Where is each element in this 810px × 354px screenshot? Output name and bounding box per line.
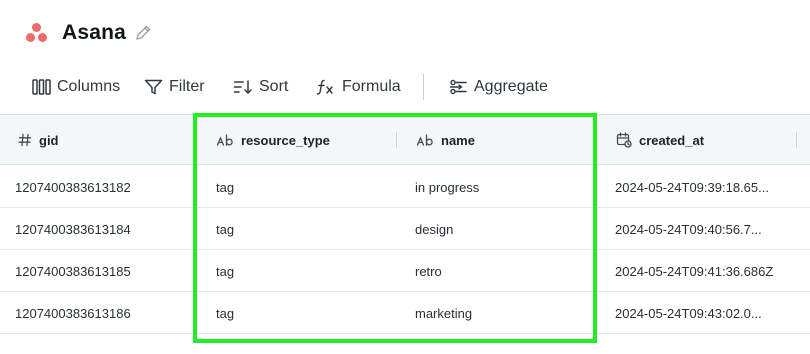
table-row[interactable]: 1207400383613184 tag design 2024-05-24T0… — [0, 208, 810, 250]
formula-button[interactable]: Formula — [316, 70, 401, 104]
aggregate-button[interactable]: Aggregate — [449, 70, 548, 104]
cell-resource-type[interactable]: tag — [216, 250, 391, 292]
cell-created-at[interactable]: 2024-05-24T09:41:36.686Z — [615, 250, 795, 292]
page-title: Asana — [62, 21, 127, 44]
table-row[interactable]: 1207400383613182 tag in progress 2024-05… — [0, 166, 810, 208]
column-header-created-at[interactable]: created_at — [616, 115, 704, 165]
text-type-icon — [216, 133, 234, 147]
sort-label: Sort — [259, 78, 289, 95]
cell-name[interactable]: in progress — [415, 166, 590, 208]
column-resize-handle[interactable] — [196, 132, 197, 148]
filter-label: Filter — [169, 78, 205, 95]
sort-button[interactable]: Sort — [233, 70, 288, 104]
column-header-gid[interactable]: gid — [18, 115, 59, 165]
table-row[interactable]: 1207400383613186 tag marketing 2024-05-2… — [0, 292, 810, 334]
table-header: gid resource_type name created_at — [0, 115, 810, 165]
filter-icon — [144, 79, 163, 95]
cell-gid[interactable]: 1207400383613182 — [15, 166, 190, 208]
cell-gid[interactable]: 1207400383613184 — [15, 208, 190, 250]
cell-name[interactable]: marketing — [415, 292, 590, 334]
aggregate-icon — [449, 79, 467, 95]
cell-gid[interactable]: 1207400383613185 — [15, 250, 190, 292]
filter-button[interactable]: Filter — [144, 70, 205, 104]
table-row[interactable]: 1207400383613185 tag retro 2024-05-24T09… — [0, 250, 810, 292]
column-resize-handle[interactable] — [796, 132, 797, 148]
column-header-label: created_at — [639, 132, 705, 148]
sort-icon — [233, 80, 252, 95]
pencil-icon[interactable] — [134, 24, 152, 42]
cell-name[interactable]: design — [415, 208, 590, 250]
hash-icon — [18, 133, 32, 147]
columns-label: Columns — [57, 78, 121, 95]
formula-icon — [316, 79, 333, 95]
data-table: gid resource_type name created_at 120740… — [0, 114, 810, 354]
column-header-resource-type[interactable]: resource_type — [216, 115, 330, 165]
cell-gid[interactable]: 1207400383613186 — [15, 292, 190, 334]
column-header-label: resource_type — [241, 132, 330, 148]
column-header-name[interactable]: name — [416, 115, 475, 165]
text-type-icon — [416, 133, 434, 147]
column-resize-handle[interactable] — [396, 132, 397, 148]
cell-resource-type[interactable]: tag — [216, 292, 391, 334]
toolbar: Columns Filter Sort Formula Aggregate — [0, 70, 810, 104]
columns-button[interactable]: Columns — [32, 70, 120, 104]
cell-created-at[interactable]: 2024-05-24T09:40:56.7... — [615, 208, 795, 250]
columns-icon — [32, 79, 51, 95]
cell-created-at[interactable]: 2024-05-24T09:43:02.0... — [615, 292, 795, 334]
cell-resource-type[interactable]: tag — [216, 166, 391, 208]
column-header-label: name — [441, 132, 475, 148]
asana-logo-icon — [25, 23, 49, 43]
aggregate-label: Aggregate — [474, 78, 548, 95]
calendar-clock-icon — [616, 132, 632, 148]
formula-label: Formula — [342, 78, 401, 95]
cell-created-at[interactable]: 2024-05-24T09:39:18.65... — [615, 166, 795, 208]
column-header-label: gid — [39, 132, 59, 148]
cell-resource-type[interactable]: tag — [216, 208, 391, 250]
cell-name[interactable]: retro — [415, 250, 590, 292]
column-resize-handle[interactable] — [596, 132, 597, 148]
app-header: Asana — [0, 0, 810, 64]
toolbar-divider — [423, 74, 424, 100]
